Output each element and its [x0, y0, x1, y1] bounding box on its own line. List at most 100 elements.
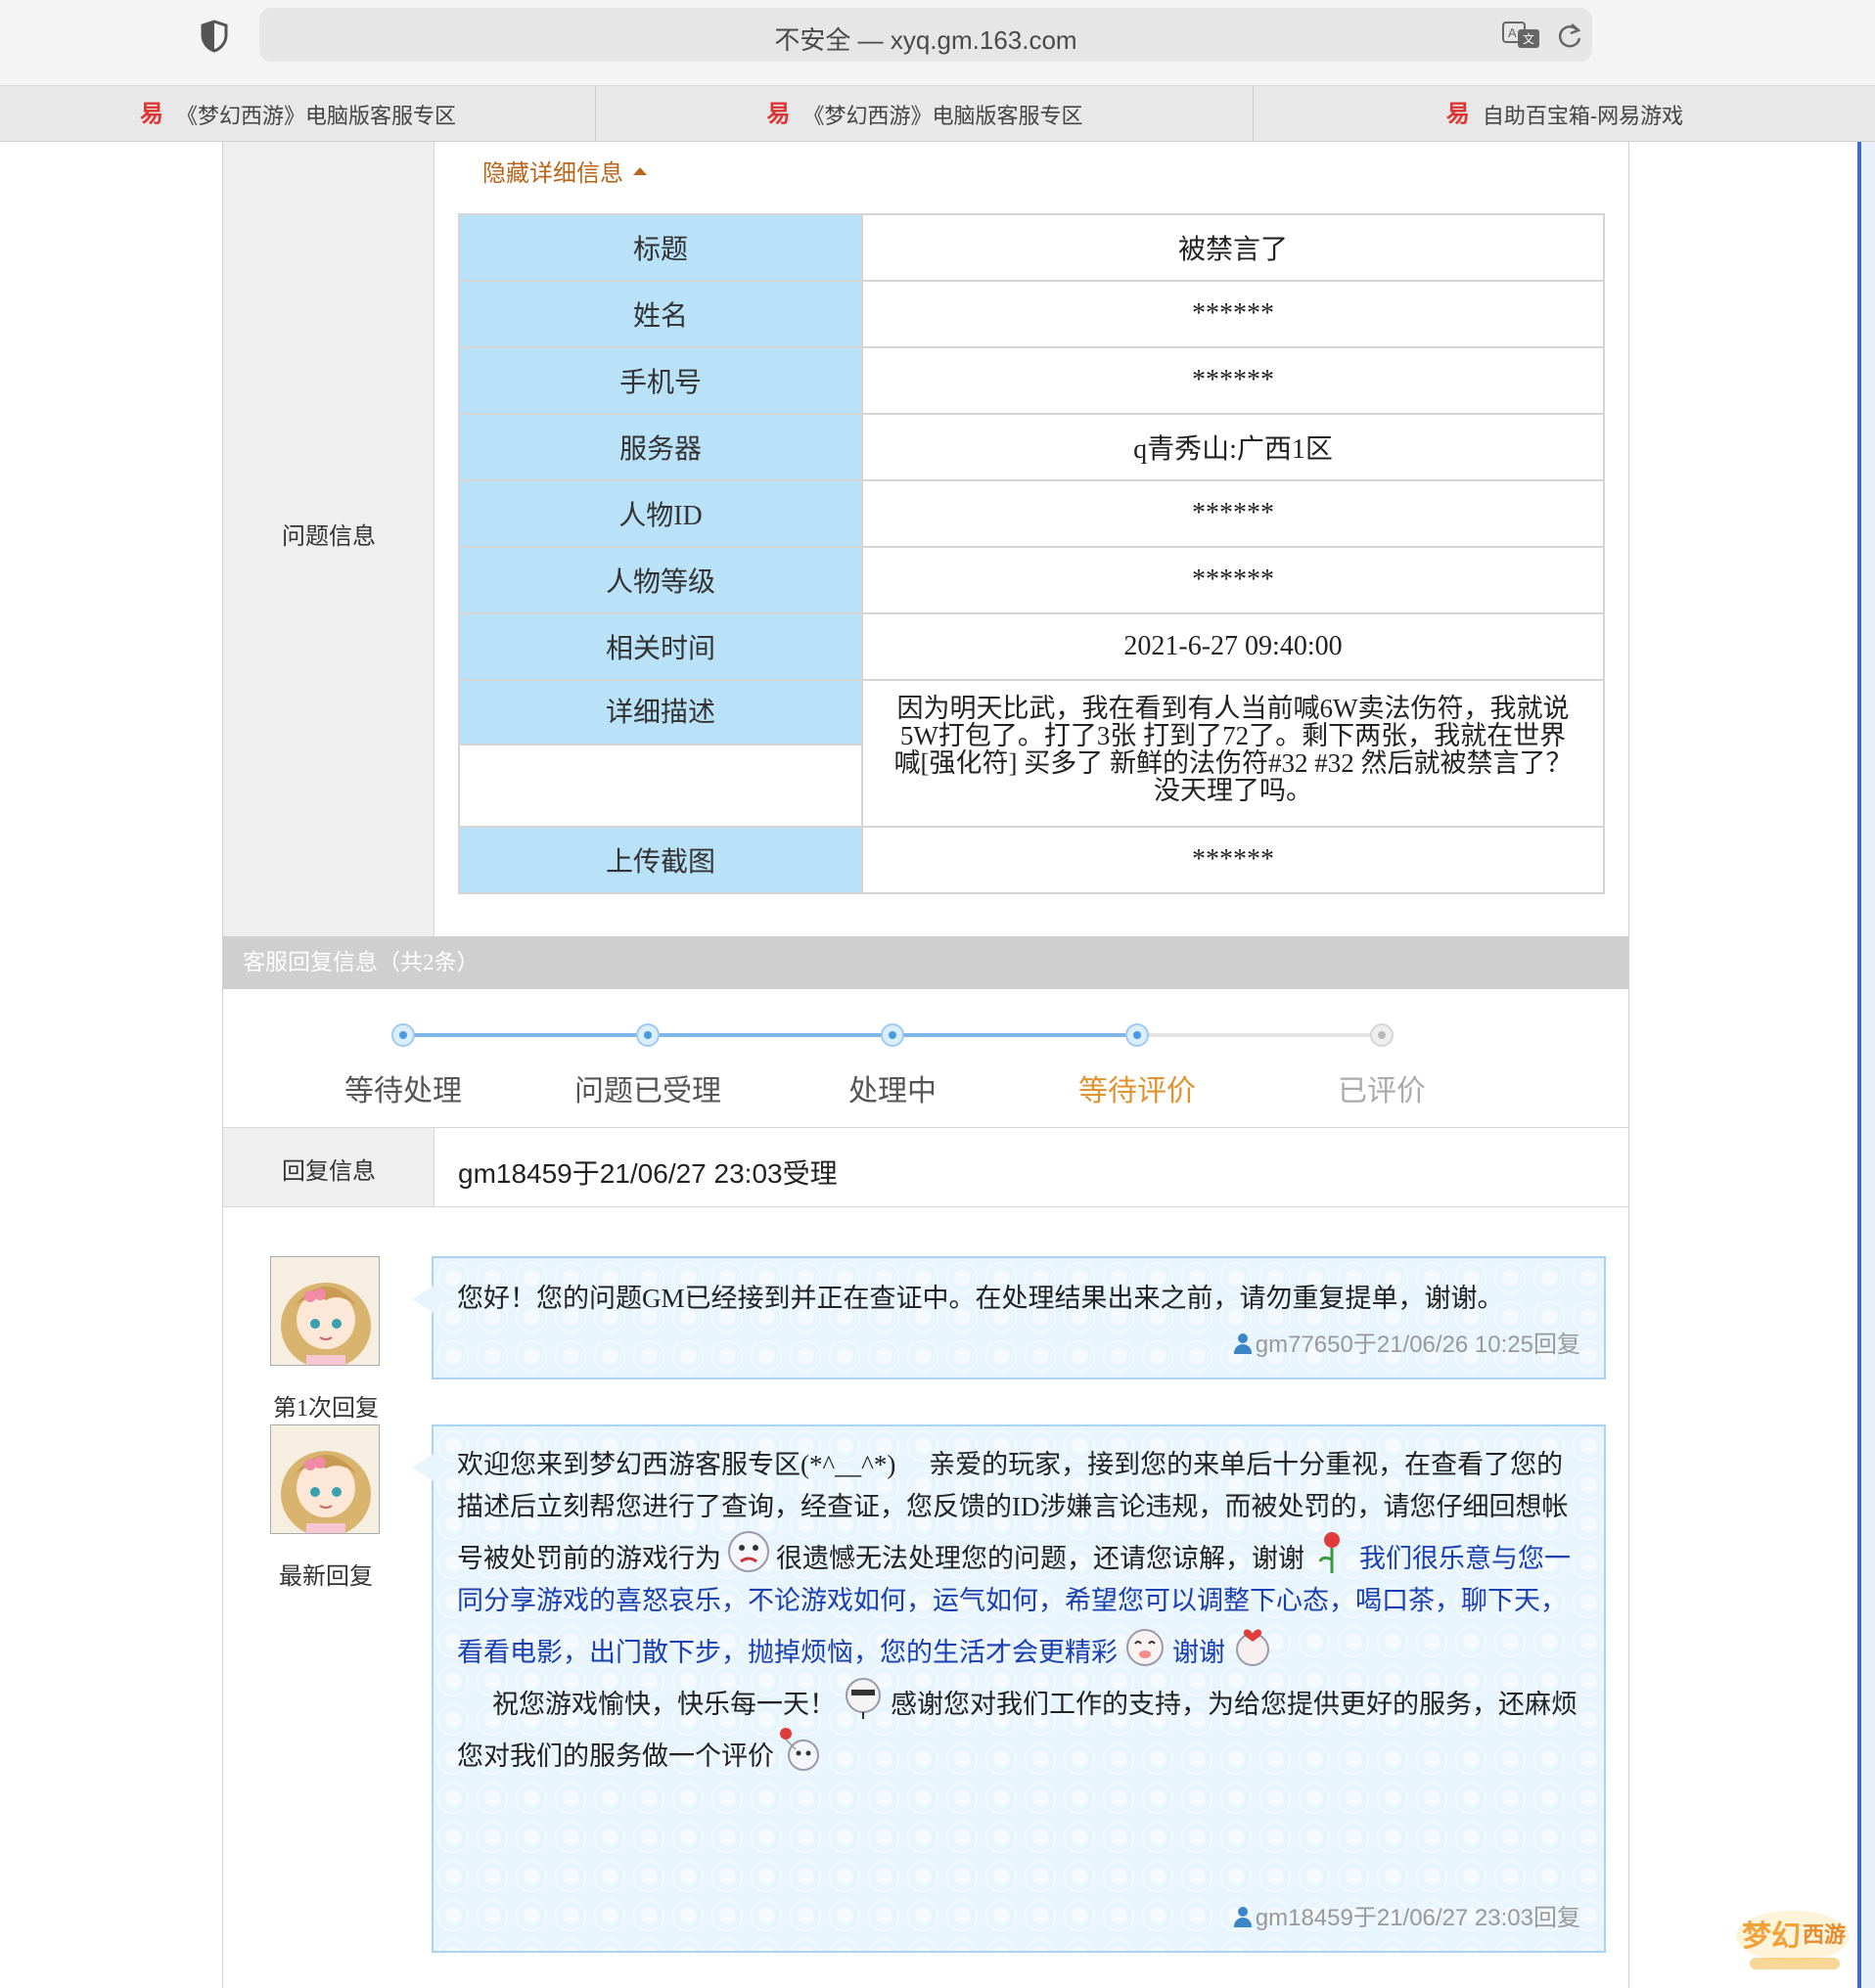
tab-label: 自助百宝箱-网易游戏	[1482, 103, 1684, 128]
problem-left-column: 问题信息	[223, 142, 434, 936]
row-value: ******	[861, 546, 1605, 614]
row-key: 手机号	[458, 346, 863, 415]
progress-line-pending	[1137, 1033, 1382, 1037]
reply-text: 欢迎您来到梦幻西游客服专区(*^__^*) 亲爱的玩家，接到您的来单后十分重视，…	[457, 1444, 1580, 1778]
browser-toolbar: 不安全 — xyq.gm.163.com A 文	[0, 0, 1875, 86]
hide-details-text: 隐藏详细信息	[482, 161, 623, 187]
step-dot	[1370, 1023, 1394, 1047]
ticket-panel: 问题信息 隐藏详细信息 标题 被禁言了 姓名 ****** 手机号 ******…	[222, 142, 1629, 1988]
balloon-emoticon-icon	[780, 1728, 819, 1771]
tab-3[interactable]: 易 自助百宝箱-网易游戏	[1253, 86, 1875, 142]
row-key: 人物等级	[458, 546, 863, 614]
screenshot-link[interactable]: ******	[861, 826, 1605, 894]
signature-text: gm18459于21/06/27 23:03回复	[1255, 1905, 1580, 1931]
step-label: 已评价	[1338, 1075, 1426, 1107]
game-logo-watermark: 梦幻 西游	[1736, 1911, 1850, 1969]
svg-text:梦幻: 梦幻	[1742, 1920, 1801, 1954]
svg-text:西游: 西游	[1803, 1922, 1846, 1948]
reply-caption: 最新回复	[279, 1564, 373, 1590]
reply-bubble: 欢迎您来到梦幻西游客服专区(*^__^*) 亲爱的玩家，接到您的来单后十分重视，…	[412, 1424, 1606, 1953]
url-text: 不安全 — xyq.gm.163.com	[774, 25, 1077, 55]
address-bar[interactable]: 不安全 — xyq.gm.163.com A 文	[259, 8, 1592, 62]
page-content: 问题信息 隐藏详细信息 标题 被禁言了 姓名 ****** 手机号 ******…	[0, 142, 1875, 1988]
tab-label: 《梦幻西游》电脑版客服专区	[802, 103, 1083, 128]
table-row: 相关时间 2021-6-27 09:40:00	[458, 612, 1605, 681]
tab-label: 《梦幻西游》电脑版客服专区	[175, 103, 456, 128]
avatar	[270, 1424, 380, 1534]
happy-emoticon-icon	[1126, 1629, 1164, 1666]
reply-info-label: 回复信息	[282, 1159, 376, 1185]
girl-avatar-icon	[271, 1425, 379, 1533]
reply-text: 您好！您的问题GM已经接到并正在查证中。在处理结果出来之前，请勿重复提单，谢谢。	[457, 1284, 1504, 1313]
row-value: 2021-6-27 09:40:00	[861, 612, 1605, 681]
row-value: ******	[861, 280, 1605, 348]
table-row: 手机号 ******	[458, 346, 1605, 415]
step-label: 等待处理	[344, 1075, 462, 1107]
table-row: 上传截图 ******	[458, 826, 1605, 894]
svg-text:文: 文	[1523, 31, 1534, 46]
signature-text: gm77650于21/06/26 10:25回复	[1255, 1332, 1580, 1358]
reload-icon[interactable]	[1556, 22, 1583, 51]
step-dot	[881, 1023, 904, 1047]
step-label: 问题已受理	[574, 1075, 721, 1107]
step-label: 处理中	[848, 1075, 937, 1107]
reply-info-text: gm18459于21/06/27 23:03受理	[458, 1158, 838, 1189]
step-dot	[1125, 1023, 1149, 1047]
tab-1[interactable]: 易 《梦幻西游》电脑版客服专区	[0, 86, 595, 142]
reply-bubble: 您好！您的问题GM已经接到并正在查证中。在处理结果出来之前，请勿重复提单，谢谢。…	[412, 1256, 1606, 1379]
row-key: 标题	[458, 213, 863, 282]
row-key-cell: 详细描述	[458, 679, 863, 828]
row-key: 姓名	[458, 280, 863, 348]
row-value: ******	[861, 346, 1605, 415]
table-row: 标题 被禁言了	[458, 213, 1605, 282]
reply-signature: gm18459于21/06/27 23:03回复	[1233, 1898, 1580, 1932]
bubble-arrow	[412, 1454, 434, 1481]
cool-emoticon-icon	[846, 1678, 881, 1719]
tab-2[interactable]: 易 《梦幻西游》电脑版客服专区	[595, 86, 1253, 142]
rose-icon	[1318, 1532, 1340, 1573]
reply-text-part: 祝您游戏愉快，快乐每一天！	[492, 1690, 836, 1719]
table-row: 详细描述 因为明天比武，我在看到有人当前喊6W卖法伤符，我就说5W打包了。打了3…	[458, 679, 1605, 828]
row-key: 人物ID	[458, 479, 863, 548]
service-section-header: 客服回复信息（共2条）	[223, 936, 1628, 989]
heart-emoticon-icon	[1236, 1629, 1269, 1666]
table-row: 人物ID ******	[458, 479, 1605, 548]
row-value: q青秀山:广西1区	[861, 413, 1605, 481]
reply-info-left: 回复信息	[223, 1128, 434, 1206]
netease-favicon-icon: 易	[139, 100, 163, 127]
step-dot	[636, 1023, 660, 1047]
netease-favicon-icon: 易	[766, 100, 791, 127]
row-value: 因为明天比武，我在看到有人当前喊6W卖法伤符，我就说5W打包了。打了3张 打到了…	[861, 679, 1605, 828]
row-key: 详细描述	[460, 681, 861, 746]
problem-table: 标题 被禁言了 姓名 ****** 手机号 ****** 服务器 q青秀山:广西…	[458, 213, 1605, 894]
step-dot	[391, 1023, 415, 1047]
crying-emoticon-icon	[728, 1531, 769, 1572]
reply-text-part: 很遗憾无法处理您的问题，还请您谅解，谢谢	[776, 1544, 1304, 1573]
tab-bar: 易 《梦幻西游》电脑版客服专区 易 《梦幻西游》电脑版客服专区 易 自助百宝箱-…	[0, 86, 1875, 142]
row-key: 相关时间	[458, 612, 863, 681]
row-value: 被禁言了	[861, 213, 1605, 282]
netease-favicon-icon: 易	[1445, 100, 1470, 127]
svg-text:A: A	[1508, 25, 1517, 40]
table-row: 服务器 q青秀山:广西1区	[458, 413, 1605, 481]
user-icon	[1233, 1907, 1252, 1928]
user-icon	[1233, 1333, 1252, 1355]
step-label-current: 等待评价	[1078, 1075, 1196, 1107]
table-row: 姓名 ******	[458, 280, 1605, 348]
reply-signature: gm77650于21/06/26 10:25回复	[1233, 1325, 1580, 1359]
progress-line-done	[403, 1033, 1137, 1037]
row-value: ******	[861, 479, 1605, 548]
problem-info-label: 问题信息	[282, 524, 376, 550]
divider	[223, 1206, 1628, 1207]
progress-steps: 等待处理 问题已受理 处理中 等待评价 已评价	[344, 1013, 1487, 1120]
translate-icon[interactable]: A 文	[1502, 22, 1541, 49]
hide-details-link[interactable]: 隐藏详细信息	[482, 154, 647, 188]
reply-caption: 第1次回复	[273, 1396, 379, 1422]
girl-avatar-icon	[271, 1257, 379, 1365]
avatar	[270, 1256, 380, 1366]
row-key: 上传截图	[458, 826, 863, 894]
browser-chrome: 不安全 — xyq.gm.163.com A 文 易 《梦幻西游》电脑版客服专区…	[0, 0, 1875, 142]
row-key: 服务器	[458, 413, 863, 481]
shield-icon[interactable]	[200, 20, 229, 53]
bubble-arrow	[412, 1286, 434, 1313]
